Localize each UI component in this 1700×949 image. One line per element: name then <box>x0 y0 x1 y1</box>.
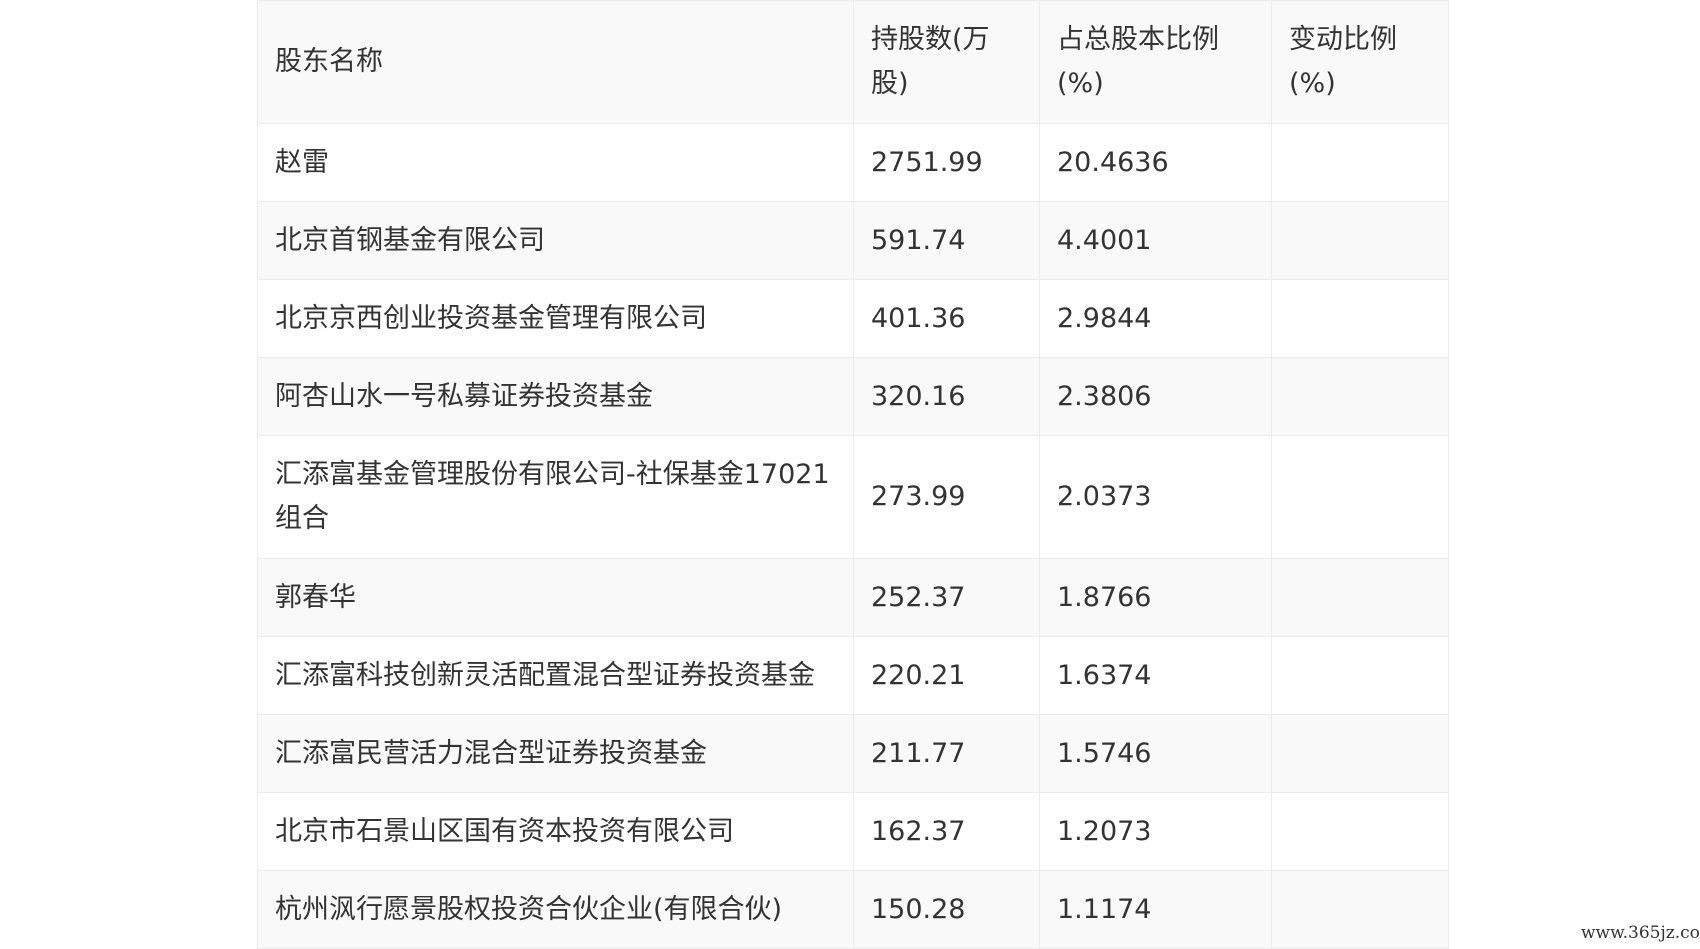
shareholder-table: 股东名称 持股数(万股) 占总股本比例(%) 变动比例(%) 赵雷 2751.9… <box>257 0 1449 949</box>
cell-shares: 211.77 <box>853 714 1040 793</box>
cell-shares: 252.37 <box>853 558 1040 637</box>
cell-name: 赵雷 <box>257 123 854 202</box>
header-ratio: 占总股本比例(%) <box>1039 0 1272 124</box>
cell-change <box>1271 279 1449 358</box>
cell-shares: 591.74 <box>853 201 1040 280</box>
cell-name: 杭州沨行愿景股权投资合伙企业(有限合伙) <box>257 870 854 949</box>
cell-name: 北京市石景山区国有资本投资有限公司 <box>257 792 854 871</box>
table-header-row: 股东名称 持股数(万股) 占总股本比例(%) 变动比例(%) <box>257 0 1449 124</box>
table-row: 北京市石景山区国有资本投资有限公司 162.37 1.2073 <box>257 792 1449 871</box>
cell-ratio: 1.2073 <box>1039 792 1272 871</box>
cell-shares: 220.21 <box>853 636 1040 715</box>
cell-change <box>1271 201 1449 280</box>
cell-change <box>1271 435 1449 559</box>
table-row: 赵雷 2751.99 20.4636 <box>257 123 1449 202</box>
table-row: 北京京西创业投资基金管理有限公司 401.36 2.9844 <box>257 279 1449 358</box>
cell-ratio: 2.0373 <box>1039 435 1272 559</box>
cell-name: 汇添富科技创新灵活配置混合型证券投资基金 <box>257 636 854 715</box>
cell-ratio: 1.1174 <box>1039 870 1272 949</box>
cell-shares: 150.28 <box>853 870 1040 949</box>
cell-shares: 273.99 <box>853 435 1040 559</box>
cell-name: 北京首钢基金有限公司 <box>257 201 854 280</box>
table-row: 阿杏山水一号私募证券投资基金 320.16 2.3806 <box>257 357 1449 436</box>
cell-shares: 320.16 <box>853 357 1040 436</box>
cell-name: 郭春华 <box>257 558 854 637</box>
table-row: 郭春华 252.37 1.8766 <box>257 558 1449 637</box>
cell-ratio: 4.4001 <box>1039 201 1272 280</box>
cell-ratio: 20.4636 <box>1039 123 1272 202</box>
cell-shares: 162.37 <box>853 792 1040 871</box>
cell-shares: 2751.99 <box>853 123 1040 202</box>
cell-change <box>1271 714 1449 793</box>
cell-ratio: 2.9844 <box>1039 279 1272 358</box>
cell-change <box>1271 636 1449 715</box>
cell-ratio: 2.3806 <box>1039 357 1272 436</box>
header-shareholder-name: 股东名称 <box>257 0 854 124</box>
header-shares: 持股数(万股) <box>853 0 1040 124</box>
cell-change <box>1271 123 1449 202</box>
table-row: 汇添富科技创新灵活配置混合型证券投资基金 220.21 1.6374 <box>257 636 1449 715</box>
cell-change <box>1271 357 1449 436</box>
cell-ratio: 1.6374 <box>1039 636 1272 715</box>
cell-ratio: 1.8766 <box>1039 558 1272 637</box>
watermark-text: www.365jz.com <box>1581 923 1700 943</box>
cell-name: 阿杏山水一号私募证券投资基金 <box>257 357 854 436</box>
table-row: 北京首钢基金有限公司 591.74 4.4001 <box>257 201 1449 280</box>
header-change: 变动比例(%) <box>1271 0 1449 124</box>
table-row: 汇添富民营活力混合型证券投资基金 211.77 1.5746 <box>257 714 1449 793</box>
cell-name: 北京京西创业投资基金管理有限公司 <box>257 279 854 358</box>
cell-change <box>1271 792 1449 871</box>
cell-ratio: 1.5746 <box>1039 714 1272 793</box>
cell-shares: 401.36 <box>853 279 1040 358</box>
cell-name: 汇添富基金管理股份有限公司-社保基金17021组合 <box>257 435 854 559</box>
cell-name: 汇添富民营活力混合型证券投资基金 <box>257 714 854 793</box>
cell-change <box>1271 558 1449 637</box>
cell-change <box>1271 870 1449 949</box>
table-row: 汇添富基金管理股份有限公司-社保基金17021组合 273.99 2.0373 <box>257 435 1449 559</box>
table-row: 杭州沨行愿景股权投资合伙企业(有限合伙) 150.28 1.1174 <box>257 870 1449 949</box>
